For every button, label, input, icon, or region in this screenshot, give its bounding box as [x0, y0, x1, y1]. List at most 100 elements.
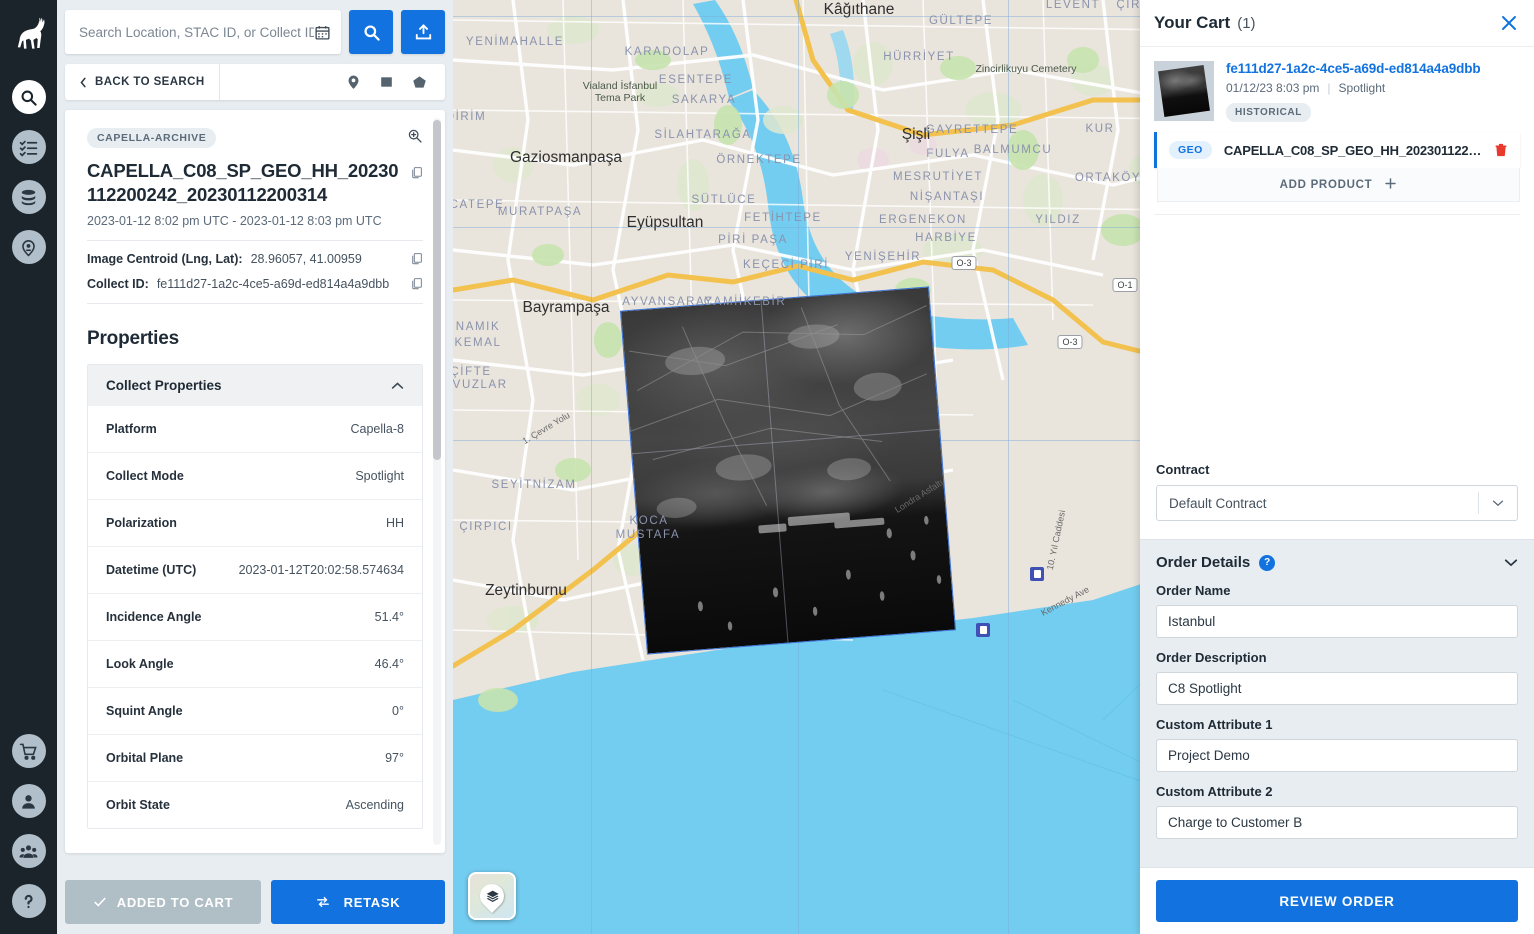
- order-field-input[interactable]: [1156, 806, 1518, 839]
- help-icon[interactable]: ?: [1259, 554, 1276, 571]
- image-centroid-row: Image Centroid (Lng, Lat): 28.96057, 41.…: [87, 241, 423, 266]
- contract-select[interactable]: Default Contract: [1156, 485, 1518, 521]
- cart-item: fe111d27-1a2c-4ce5-a69d-ed814a4a9dbb 01/…: [1140, 47, 1534, 215]
- order-field: Custom Attribute 2: [1156, 784, 1518, 839]
- retask-label: RETASK: [343, 894, 401, 910]
- cart-item-summary: fe111d27-1a2c-4ce5-a69d-ed814a4a9dbb 01/…: [1154, 61, 1520, 122]
- chevron-down-icon[interactable]: [1504, 558, 1518, 567]
- search-button[interactable]: [349, 10, 393, 54]
- close-icon[interactable]: [1500, 14, 1518, 32]
- stac-title-row: CAPELLA_C08_SP_GEO_HH_20230112200242_202…: [87, 159, 423, 206]
- properties-heading: Properties: [87, 328, 179, 350]
- cart-item-mode: Spotlight: [1338, 81, 1386, 95]
- sidebar-item-account[interactable]: [11, 784, 46, 818]
- order-field: Order Description: [1156, 650, 1518, 705]
- property-key: Datetime (UTC): [106, 563, 197, 578]
- collect-id-value: fe111d27-1a2c-4ce5-a69d-ed814a4a9dbb: [156, 276, 390, 291]
- copy-collect-id-icon[interactable]: [410, 276, 423, 291]
- property-value: Spotlight: [355, 469, 404, 484]
- sidebar-item-search[interactable]: [11, 80, 46, 114]
- product-type-pill: GEO: [1169, 141, 1212, 159]
- sar-image-footprint[interactable]: [619, 286, 957, 655]
- property-row: Polarization HH: [88, 499, 422, 546]
- order-field-input[interactable]: [1156, 605, 1518, 638]
- detail-scrollbar-thumb[interactable]: [433, 120, 441, 460]
- collect-detail-content: CAPELLA-ARCHIVE CAPELLA_C08_SP_GEO_HH_20…: [65, 110, 445, 830]
- order-field-input[interactable]: [1156, 739, 1518, 772]
- collect-properties-rows: Platform Capella-8 Collect Mode Spotlight Po…: [88, 406, 422, 828]
- property-key: Look Angle: [106, 657, 174, 672]
- search-field-wrapper[interactable]: [65, 10, 341, 54]
- property-row: Orbital Plane 97°: [88, 734, 422, 781]
- sidebar-item-collects[interactable]: [11, 230, 46, 264]
- image-centroid-label: Image Centroid (Lng, Lat):: [87, 251, 243, 266]
- order-field-input[interactable]: [1156, 672, 1518, 705]
- upload-button[interactable]: [401, 10, 445, 54]
- collect-id-label: Collect ID:: [87, 276, 149, 291]
- layers-pin: [475, 879, 509, 913]
- contract-selected-value: Default Contract: [1169, 495, 1267, 511]
- back-and-geotools-bar: BACK TO SEARCH: [65, 64, 445, 100]
- cart-item-meta: fe111d27-1a2c-4ce5-a69d-ed814a4a9dbb 01/…: [1226, 61, 1520, 122]
- property-value: 51.4°: [374, 610, 404, 625]
- copy-stac-id-icon[interactable]: [410, 159, 423, 180]
- separator: |: [1327, 81, 1331, 95]
- source-chip: CAPELLA-ARCHIVE: [87, 128, 217, 148]
- property-value: 0°: [392, 704, 404, 719]
- capella-logo-icon[interactable]: [9, 14, 49, 62]
- property-row: Look Angle 46.4°: [88, 640, 422, 687]
- add-product-label: ADD PRODUCT: [1279, 178, 1373, 191]
- review-order-label: REVIEW ORDER: [1279, 893, 1395, 909]
- map-pin-icon[interactable]: [346, 74, 361, 90]
- chevron-down-icon[interactable]: [1479, 499, 1517, 507]
- review-order-button[interactable]: REVIEW ORDER: [1156, 880, 1518, 922]
- order-details-header[interactable]: Order Details ?: [1156, 554, 1518, 571]
- source-row: CAPELLA-ARCHIVE: [87, 128, 423, 149]
- date-range: 2023-01-12 8:02 pm UTC - 2023-01-12 8:03…: [87, 214, 382, 229]
- sidebar-item-organization[interactable]: [11, 834, 46, 868]
- map-transit-marker[interactable]: [1030, 567, 1044, 581]
- order-fields: Order Name Order Description Custom Attrib…: [1156, 583, 1518, 839]
- polygon-icon[interactable]: [412, 74, 427, 90]
- left-detail-panel: BACK TO SEARCH CAPELLA-ARCHIVE: [57, 0, 453, 934]
- collect-properties-header[interactable]: Collect Properties: [88, 365, 422, 407]
- property-key: Squint Angle: [106, 704, 183, 719]
- sidebar-item-cart[interactable]: [11, 734, 46, 768]
- map-route-shield: O-3: [1057, 335, 1083, 349]
- sidebar-item-tasks[interactable]: [11, 130, 46, 164]
- map-route-shield: O-1: [1112, 278, 1138, 292]
- zoom-to-extent-icon[interactable]: [407, 128, 423, 149]
- order-field-label: Order Name: [1156, 583, 1231, 598]
- layer-control-button[interactable]: [468, 872, 516, 920]
- search-bar: [65, 10, 445, 54]
- trash-icon[interactable]: [1494, 142, 1508, 158]
- sar-thumbnail[interactable]: [1154, 61, 1214, 121]
- property-value: 2023-01-12T20:02:58.574634: [238, 563, 404, 578]
- property-row: Squint Angle 0°: [88, 687, 422, 734]
- cart-item-id[interactable]: fe111d27-1a2c-4ce5-a69d-ed814a4a9dbb: [1226, 61, 1520, 76]
- back-to-search-button[interactable]: BACK TO SEARCH: [65, 64, 220, 100]
- calendar-icon[interactable]: [314, 24, 331, 41]
- map-route-shield: O-3: [951, 256, 977, 270]
- add-product-button[interactable]: ADD PRODUCT: [1157, 168, 1520, 202]
- square-icon[interactable]: [379, 74, 394, 90]
- collect-properties-accordion: Collect Properties Platform Capella-8 Coll…: [87, 364, 423, 830]
- added-to-cart-label: ADDED TO CART: [116, 894, 234, 910]
- sidebar-item-archive[interactable]: [11, 180, 46, 214]
- rail-bottom-group: [11, 734, 46, 918]
- order-details-title: Order Details: [1156, 554, 1251, 571]
- collect-detail-card: CAPELLA-ARCHIVE CAPELLA_C08_SP_GEO_HH_20…: [65, 110, 445, 853]
- search-input[interactable]: [79, 24, 314, 40]
- sidebar-item-help[interactable]: [11, 884, 46, 918]
- order-details-section: Order Details ? Order Name Order Descript…: [1140, 539, 1534, 867]
- cart-product-row[interactable]: GEO CAPELLA_C08_SP_GEO_HH_20230112200...: [1154, 132, 1520, 168]
- check-icon: [94, 897, 106, 907]
- property-value: Capella-8: [350, 422, 404, 437]
- copy-centroid-icon[interactable]: [410, 251, 423, 266]
- added-to-cart-button[interactable]: ADDED TO CART: [65, 880, 261, 924]
- review-order-wrap: REVIEW ORDER: [1140, 867, 1534, 934]
- retask-icon: [316, 896, 329, 908]
- retask-button[interactable]: RETASK: [271, 880, 445, 924]
- property-key: Orbit State: [106, 798, 170, 813]
- map-transit-marker[interactable]: [976, 623, 990, 637]
